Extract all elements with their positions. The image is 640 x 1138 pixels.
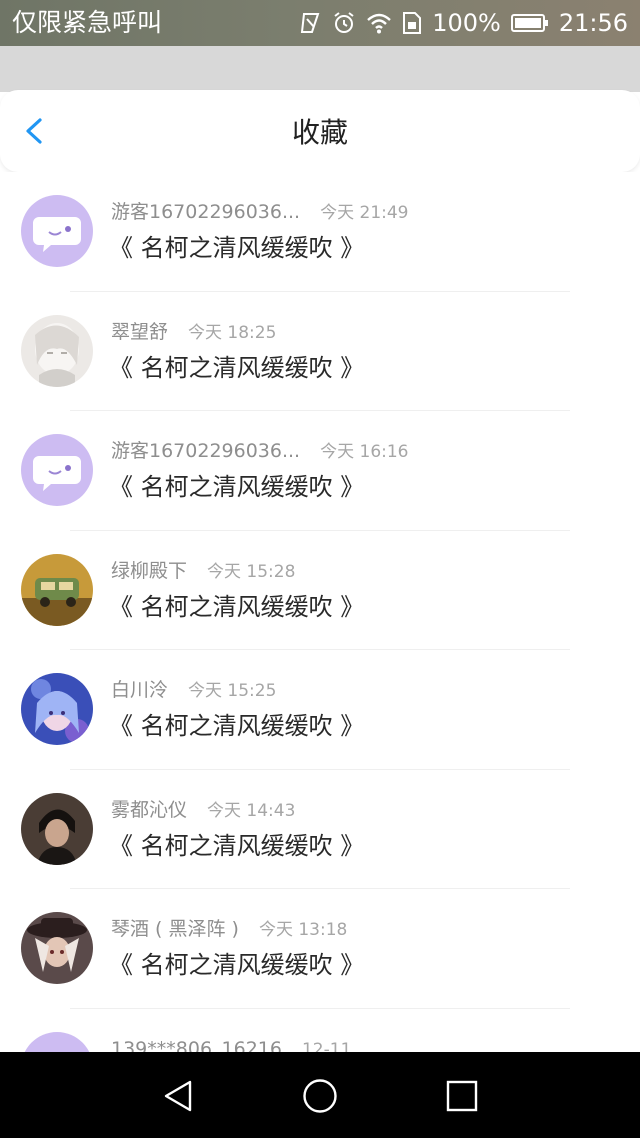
clock: 21:56 bbox=[558, 9, 628, 37]
avatar[interactable] bbox=[21, 553, 93, 626]
nav-back-button[interactable] bbox=[160, 1078, 196, 1114]
chat-bubble-icon bbox=[21, 434, 93, 506]
sim-icon bbox=[402, 11, 422, 35]
book-title[interactable]: 《 名柯之清风缓缓吹 》 bbox=[109, 471, 364, 503]
chat-bubble-icon bbox=[21, 195, 93, 267]
nav-recents-button[interactable] bbox=[444, 1078, 480, 1114]
user-photo bbox=[21, 553, 93, 626]
status-icons: 100% 21:56 bbox=[300, 7, 628, 39]
alarm-icon bbox=[332, 11, 356, 35]
wifi-icon bbox=[366, 12, 392, 34]
list-item[interactable]: 绿柳殿下 今天 15:28 《 名柯之清风缓缓吹 》 bbox=[0, 531, 640, 650]
battery-icon bbox=[510, 13, 549, 33]
timestamp: 今天 16:16 bbox=[320, 442, 409, 462]
list-item[interactable]: 翠望舒 今天 18:25 《 名柯之清风缓缓吹 》 bbox=[0, 292, 640, 411]
square-recents-icon bbox=[444, 1080, 480, 1118]
book-title[interactable]: 《 名柯之清风缓缓吹 》 bbox=[109, 591, 364, 623]
user-name[interactable]: 翠望舒 bbox=[111, 321, 168, 343]
triangle-back-icon bbox=[160, 1080, 196, 1118]
nfc-icon bbox=[300, 11, 322, 35]
list-item[interactable]: 琴酒 ( 黑泽阵 ) 今天 13:18 《 名柯之清风缓缓吹 》 bbox=[0, 889, 640, 1009]
user-name[interactable]: 139***806_16216 bbox=[111, 1038, 282, 1053]
list-item[interactable]: 139***806_16216 12-11 bbox=[0, 1009, 640, 1053]
header: 收藏 bbox=[0, 90, 640, 172]
timestamp: 12-11 bbox=[301, 1039, 352, 1053]
book-title[interactable]: 《 名柯之清风缓缓吹 》 bbox=[109, 710, 364, 742]
avatar[interactable] bbox=[21, 673, 93, 745]
timestamp: 今天 21:49 bbox=[320, 203, 409, 223]
user-photo bbox=[21, 673, 93, 745]
timestamp: 今天 18:25 bbox=[188, 322, 277, 343]
system-nav-bar bbox=[0, 1052, 640, 1138]
avatar[interactable] bbox=[21, 1031, 93, 1052]
user-name[interactable]: 雾都沁仪 bbox=[111, 799, 187, 821]
favorites-list: 游客16702296036... 今天 21:49 《 名柯之清风缓缓吹 》 翠望… bbox=[0, 172, 640, 1052]
user-name[interactable]: 游客16702296036... bbox=[111, 440, 300, 462]
user-name[interactable]: 游客16702296036... bbox=[111, 201, 300, 223]
list-item[interactable]: 白川泠 今天 15:25 《 名柯之清风缓缓吹 》 bbox=[0, 650, 640, 770]
battery-percent: 100% bbox=[432, 9, 501, 37]
book-title[interactable]: 《 名柯之清风缓缓吹 》 bbox=[109, 830, 364, 862]
avatar[interactable] bbox=[21, 912, 93, 984]
avatar[interactable] bbox=[21, 314, 93, 387]
chat-bubble-icon bbox=[21, 1031, 93, 1052]
avatar[interactable] bbox=[21, 195, 93, 267]
book-title[interactable]: 《 名柯之清风缓缓吹 》 bbox=[109, 232, 364, 264]
timestamp: 今天 14:43 bbox=[207, 800, 296, 821]
user-photo bbox=[21, 314, 93, 387]
timestamp: 今天 15:25 bbox=[188, 681, 277, 701]
user-photo bbox=[21, 912, 93, 984]
user-name[interactable]: 琴酒 ( 黑泽阵 ) bbox=[111, 918, 239, 940]
book-title[interactable]: 《 名柯之清风缓缓吹 》 bbox=[109, 949, 364, 981]
status-bar: 仅限紧急呼叫 100% 21:56 bbox=[0, 0, 640, 46]
circle-home-icon bbox=[302, 1079, 338, 1118]
timestamp: 今天 15:28 bbox=[207, 561, 296, 582]
timestamp: 今天 13:18 bbox=[258, 920, 348, 940]
nav-home-button[interactable] bbox=[302, 1078, 338, 1114]
list-item[interactable]: 游客16702296036... 今天 21:49 《 名柯之清风缓缓吹 》 bbox=[0, 172, 640, 292]
user-name[interactable]: 绿柳殿下 bbox=[111, 560, 187, 582]
book-title[interactable]: 《 名柯之清风缓缓吹 》 bbox=[109, 352, 364, 384]
user-name[interactable]: 白川泠 bbox=[111, 679, 168, 701]
carrier-text: 仅限紧急呼叫 bbox=[12, 8, 163, 37]
page-title: 收藏 bbox=[291, 116, 348, 149]
list-item[interactable]: 游客16702296036... 今天 16:16 《 名柯之清风缓缓吹 》 bbox=[0, 411, 640, 531]
avatar[interactable] bbox=[21, 792, 93, 865]
user-photo bbox=[21, 792, 93, 865]
list-item[interactable]: 雾都沁仪 今天 14:43 《 名柯之清风缓缓吹 》 bbox=[0, 770, 640, 889]
avatar[interactable] bbox=[21, 434, 93, 506]
app-top-band bbox=[0, 46, 640, 92]
